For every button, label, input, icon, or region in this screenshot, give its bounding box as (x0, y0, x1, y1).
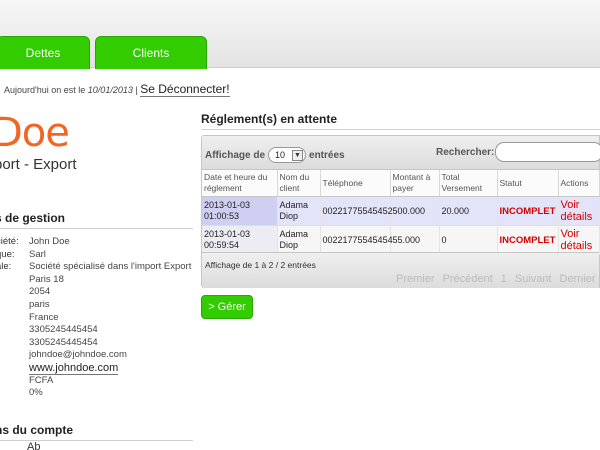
table-info: Affichage de 1 à 2 / 2 entrées (205, 260, 316, 270)
compte-value: Ab (27, 441, 41, 450)
label-activite: ale: (0, 261, 12, 273)
website-link[interactable]: www.johndoe.com (29, 362, 119, 375)
cell-status: INCOMPLET (497, 196, 559, 226)
pagination: Premier Précédent 1 Suivant Dernier (396, 273, 596, 285)
chevron-down-icon: ▼ (292, 149, 304, 161)
table-footer: Affichage de 1 à 2 / 2 entrées Premier P… (202, 252, 599, 288)
page-first[interactable]: Premier (396, 273, 435, 285)
cell-date: 2013-01-03 00:59:54 (202, 225, 278, 255)
value-currency: FCFA (29, 374, 54, 386)
cell-amount: 500.000 (390, 196, 440, 226)
page-number[interactable]: 1 (501, 273, 507, 285)
length-suffix: entrées (309, 149, 345, 161)
table-toolbar: Affichage de 10 ▼ entrées Rechercher: (202, 136, 600, 170)
separator: | (135, 85, 138, 95)
value-fax: 3305245445454 (29, 336, 98, 348)
cell-client: Adama Diop (277, 196, 321, 226)
today-date: 10/01/2013 (87, 85, 133, 95)
col-amount[interactable]: Montant à payer (390, 170, 440, 197)
value-legal-form: Sarl (29, 248, 46, 260)
company-logo: Doe (0, 110, 70, 156)
length-prefix: Affichage de (205, 149, 266, 161)
page-length-control: Affichage de 10 ▼ entrées (205, 147, 345, 163)
view-details-link[interactable]: Voir détails (558, 225, 600, 255)
manage-button[interactable]: > Gérer (201, 295, 253, 319)
label-societe: ciété: (0, 236, 19, 247)
gestion-labels: ciété: que: ale: : (0, 236, 19, 286)
table-header-row: Date et heure du réglement Nom du client… (202, 170, 600, 197)
col-date[interactable]: Date et heure du réglement (202, 170, 278, 197)
cell-client: Adama Diop (277, 225, 321, 255)
search-input[interactable] (495, 142, 600, 162)
value-postal-code: 2054 (29, 286, 51, 298)
col-client[interactable]: Nom du client (277, 170, 321, 197)
cell-total: 20.000 (439, 196, 498, 226)
page-previous[interactable]: Précédent (443, 273, 493, 285)
payments-table: Date et heure du réglement Nom du client… (202, 170, 600, 255)
value-phone: 3305245445454 (29, 324, 98, 336)
top-band (0, 0, 600, 68)
tab-clients[interactable]: Clients (95, 36, 207, 69)
col-phone[interactable]: Téléphone (320, 170, 391, 197)
pending-payments-title: Réglement(s) en attente (201, 112, 600, 130)
cell-date: 2013-01-03 01:00:53 (202, 196, 278, 226)
value-address: Paris 18 (29, 273, 64, 285)
page-length-value: 10 (275, 150, 286, 160)
table-row: 2013-01-03 00:59:54 Adama Diop 002217755… (202, 225, 600, 255)
gestion-values: John Doe Sarl Société spécialisé dans l'… (29, 236, 191, 400)
table-row: 2013-01-03 01:00:53 Adama Diop 002217755… (202, 196, 600, 226)
tab-dettes[interactable]: Dettes (0, 36, 90, 69)
label-juridique: que: (0, 248, 15, 260)
cell-phone: 00221775545454 (320, 225, 393, 255)
value-company: John Doe (29, 236, 70, 247)
cell-phone: 00221775545452 (320, 196, 393, 226)
value-activity: Société spécialisé dans l'import Export (29, 261, 192, 273)
cell-status: INCOMPLET (497, 225, 559, 255)
page-next[interactable]: Suivant (515, 273, 552, 285)
page-last[interactable]: Dernier (560, 273, 596, 285)
company-tagline: port - Export (0, 156, 77, 173)
cell-amount: 55.000 (390, 225, 440, 255)
today-label: Aujourd'hui on est le (4, 85, 86, 95)
logout-link[interactable]: Se Déconnecter! (140, 82, 230, 97)
page-length-select[interactable]: 10 ▼ (268, 147, 307, 163)
col-status[interactable]: Statut (497, 170, 559, 197)
value-rate: 0% (29, 387, 43, 399)
cell-total: 0 (439, 225, 498, 255)
label-adresse: : (0, 274, 19, 287)
col-actions[interactable]: Actions (558, 170, 600, 197)
col-total[interactable]: Total Versement (439, 170, 498, 197)
compte-section-title: ns du compte (0, 423, 193, 441)
value-city: paris (29, 298, 50, 310)
search-label: Rechercher: (436, 147, 495, 158)
value-country: France (29, 311, 59, 323)
gestion-section-title: s de gestion (0, 211, 193, 229)
view-details-link[interactable]: Voir détails (558, 196, 600, 226)
info-bar: Aujourd'hui on est le 10/01/2013 | Se Dé… (4, 82, 230, 97)
payments-table-panel: Affichage de 10 ▼ entrées Rechercher: Da… (201, 135, 600, 288)
value-email: johndoe@johndoe.com (29, 349, 127, 361)
